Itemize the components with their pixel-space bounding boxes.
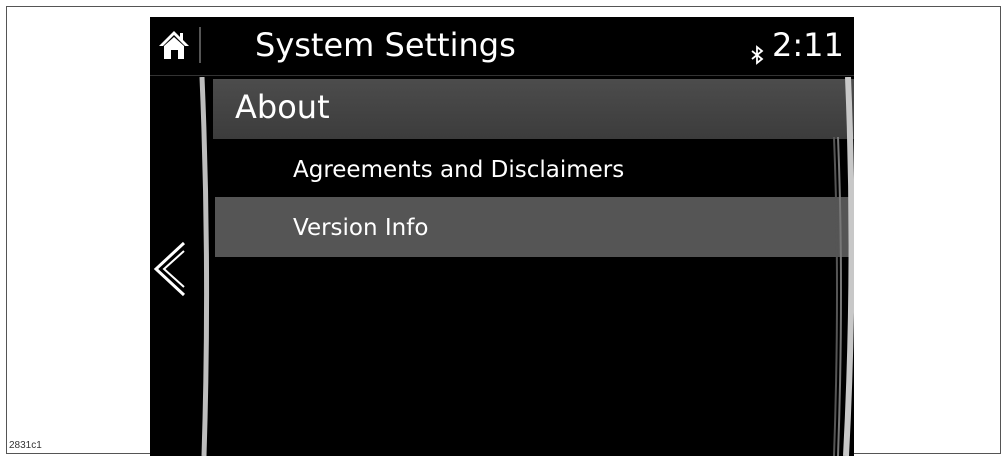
menu-item-label: Version Info	[293, 215, 429, 241]
section-header-about: About	[213, 79, 854, 139]
menu-item-agreements[interactable]: Agreements and Disclaimers	[215, 139, 851, 199]
header-divider	[150, 75, 854, 76]
home-icon	[159, 31, 189, 59]
header-separator	[199, 27, 201, 63]
header-bar: System Settings 2:11	[150, 17, 854, 75]
figure-id: 2831c1	[9, 440, 42, 451]
section-title: About	[235, 88, 330, 126]
back-arrow-icon[interactable]	[150, 239, 190, 299]
menu-item-label: Agreements and Disclaimers	[293, 157, 625, 183]
clock: 2:11	[772, 26, 844, 64]
home-button[interactable]	[158, 29, 190, 61]
bluetooth-icon	[751, 45, 764, 65]
left-border-curve	[199, 77, 210, 456]
page-title: System Settings	[255, 26, 516, 64]
menu-item-version-info[interactable]: Version Info	[215, 197, 851, 257]
infotainment-screen: System Settings 2:11 About Agreements an…	[150, 17, 854, 456]
scrollbar[interactable]	[832, 77, 854, 456]
